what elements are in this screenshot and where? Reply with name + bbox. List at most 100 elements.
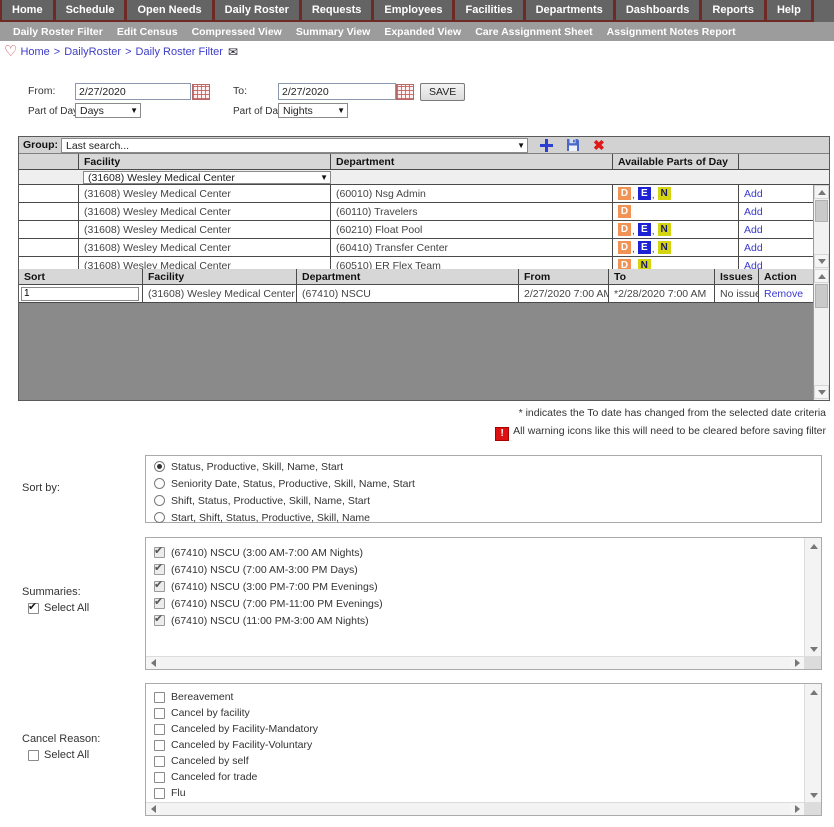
add-link[interactable]: Add [744, 188, 763, 200]
save-button[interactable]: SAVE [420, 83, 465, 101]
delete-group-icon[interactable]: ✖ [593, 137, 605, 153]
summary-item[interactable]: (67410) NSCU (3:00 PM-7:00 PM Evenings) [146, 578, 805, 595]
summary-checkbox[interactable] [154, 598, 165, 609]
scrollbar-corner [804, 656, 821, 669]
cancel-vscrollbar[interactable] [804, 684, 821, 804]
summaries-select-all-checkbox[interactable] [28, 603, 39, 614]
topnav-item-daily-roster[interactable]: Daily Roster [215, 0, 302, 20]
cancel-reason-checkbox[interactable] [154, 708, 165, 719]
scroll-down-button[interactable] [806, 642, 821, 656]
part-of-day-to-select[interactable]: Nights▼ [278, 103, 348, 118]
cancel-reason-checkbox[interactable] [154, 740, 165, 751]
topnav-item-requests[interactable]: Requests [302, 0, 375, 20]
scroll-down-button[interactable] [814, 385, 829, 399]
scroll-up-button[interactable] [814, 269, 829, 283]
remove-link[interactable]: Remove [764, 288, 803, 300]
summary-item[interactable]: (67410) NSCU (7:00 PM-11:00 PM Evenings) [146, 595, 805, 612]
cancel-reason-item[interactable]: Bereavement [146, 689, 805, 705]
scroll-up-button[interactable] [806, 539, 821, 553]
sort-option[interactable]: Seniority Date, Status, Productive, Skil… [146, 475, 821, 492]
topnav-item-departments[interactable]: Departments [526, 0, 616, 20]
cancel-reason-checkbox[interactable] [154, 788, 165, 799]
subnav-item-expanded-view[interactable]: Expanded View [377, 26, 468, 38]
subnav-item-edit-census[interactable]: Edit Census [110, 26, 185, 38]
scroll-right-button[interactable] [790, 803, 804, 815]
sort-option-radio[interactable] [154, 495, 165, 506]
cancel-reason-item[interactable]: Cancel by facility [146, 705, 805, 721]
topnav-item-dashboards[interactable]: Dashboards [616, 0, 703, 20]
scroll-left-button[interactable] [146, 803, 160, 815]
envelope-icon[interactable]: ✉ [228, 45, 238, 59]
summaries-hscrollbar[interactable] [146, 656, 804, 669]
breadcrumb-item[interactable]: Daily Roster Filter [136, 46, 223, 58]
sort-option[interactable]: Shift, Status, Productive, Skill, Name, … [146, 492, 821, 509]
summary-item[interactable]: (67410) NSCU (11:00 PM-3:00 AM Nights) [146, 612, 805, 629]
subnav-item-care-assignment-sheet[interactable]: Care Assignment Sheet [468, 26, 599, 38]
add-link[interactable]: Add [744, 206, 763, 218]
subnav-item-summary-view[interactable]: Summary View [289, 26, 378, 38]
selected-scrollbar[interactable] [813, 269, 829, 400]
summary-checkbox[interactable] [154, 615, 165, 626]
sort-option-radio[interactable] [154, 478, 165, 489]
cancel-reason-checkbox[interactable] [154, 756, 165, 767]
topnav-item-help[interactable]: Help [767, 0, 814, 20]
cancel-hscrollbar[interactable] [146, 802, 804, 815]
save-group-icon[interactable] [566, 137, 580, 153]
cancel-reason-item[interactable]: Canceled by self [146, 753, 805, 769]
group-select[interactable]: Last search...▼ [61, 138, 528, 153]
cancel-reason-item[interactable]: Canceled for trade [146, 769, 805, 785]
subnav-item-daily-roster-filter[interactable]: Daily Roster Filter [6, 26, 110, 38]
to-date-input[interactable] [278, 83, 396, 100]
cancel-reason-item[interactable]: Canceled by Facility-Mandatory [146, 721, 805, 737]
breadcrumb-item[interactable]: DailyRoster [64, 46, 121, 58]
sort-option[interactable]: Status, Productive, Skill, Name, Start [146, 458, 821, 475]
summary-checkbox[interactable] [154, 564, 165, 575]
part-of-day-from-select[interactable]: Days▼ [75, 103, 141, 118]
summary-checkbox[interactable] [154, 547, 165, 558]
breadcrumb-item[interactable]: Home [20, 46, 49, 58]
summary-item[interactable]: (67410) NSCU (3:00 AM-7:00 AM Nights) [146, 544, 805, 561]
summary-item[interactable]: (67410) NSCU (7:00 AM-3:00 PM Days) [146, 561, 805, 578]
scroll-up-button[interactable] [814, 185, 829, 199]
topnav-item-schedule[interactable]: Schedule [56, 0, 128, 20]
scroll-thumb[interactable] [815, 284, 828, 308]
calendar-icon[interactable] [192, 84, 210, 100]
topnav-item-open-needs[interactable]: Open Needs [127, 0, 214, 20]
chevron-down-icon: ▼ [517, 141, 525, 150]
topnav-item-home[interactable]: Home [2, 0, 56, 20]
cancel-reason-checkbox[interactable] [154, 724, 165, 735]
sort-order-input[interactable] [21, 287, 139, 301]
sort-option[interactable]: Start, Shift, Status, Productive, Skill,… [146, 509, 821, 526]
subnav-item-assignment-notes-report[interactable]: Assignment Notes Report [600, 26, 743, 38]
scroll-down-button[interactable] [806, 788, 821, 802]
scroll-right-button[interactable] [790, 657, 804, 669]
summary-checkbox[interactable] [154, 581, 165, 592]
cancel-reason-item[interactable]: Canceled by Facility-Voluntary [146, 737, 805, 753]
add-link[interactable]: Add [744, 224, 763, 236]
availability-scrollbar[interactable] [813, 185, 829, 269]
cancel-select-all-checkbox[interactable] [28, 750, 39, 761]
topnav-item-employees[interactable]: Employees [374, 0, 455, 20]
cancel-reason-item[interactable]: Flu [146, 785, 805, 801]
scroll-down-button[interactable] [814, 254, 829, 268]
cancel-reason-checkbox[interactable] [154, 772, 165, 783]
scroll-thumb[interactable] [815, 200, 828, 222]
scroll-left-button[interactable] [146, 657, 160, 669]
add-link[interactable]: Add [744, 242, 763, 254]
calendar-icon[interactable] [396, 84, 414, 100]
triangle-up-icon [818, 190, 826, 195]
add-link[interactable]: Add [744, 260, 763, 270]
topnav-item-facilities[interactable]: Facilities [455, 0, 525, 20]
facility-filter-select[interactable]: (31608) Wesley Medical Center▼ [83, 171, 331, 184]
topnav-item-reports[interactable]: Reports [702, 0, 767, 20]
sort-option-radio[interactable] [154, 512, 165, 523]
summaries-vscrollbar[interactable] [804, 538, 821, 658]
summaries-select-all[interactable]: Select All [28, 602, 89, 614]
add-group-icon[interactable] [539, 137, 554, 153]
scroll-up-button[interactable] [806, 685, 821, 699]
sort-option-radio[interactable] [154, 461, 165, 472]
cancel-select-all[interactable]: Select All [28, 749, 89, 761]
subnav-item-compressed-view[interactable]: Compressed View [185, 26, 289, 38]
cancel-reason-checkbox[interactable] [154, 692, 165, 703]
from-date-input[interactable] [75, 83, 191, 100]
